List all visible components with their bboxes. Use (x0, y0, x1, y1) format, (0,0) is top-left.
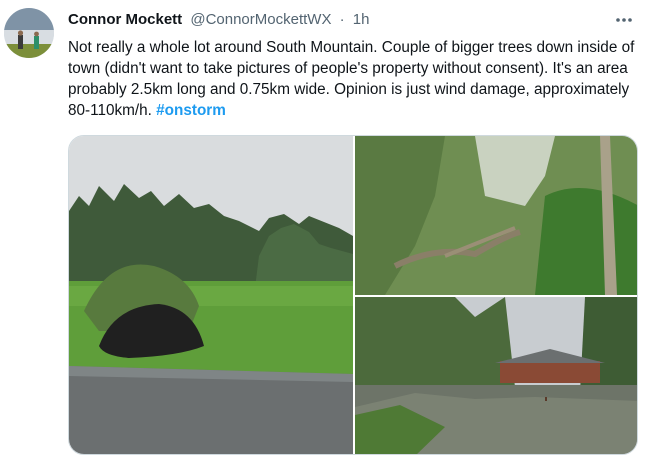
hashtag-link[interactable]: #onstorm (156, 102, 226, 119)
author-handle[interactable]: @ConnorMockettWX (190, 11, 331, 28)
tweet-header: Connor Mockett @ConnorMockettWX · 1h (68, 11, 639, 33)
media-divider-horizontal (355, 295, 637, 297)
tweet-text: Not really a whole lot around South Moun… (68, 37, 640, 121)
media-grid (68, 135, 638, 455)
photo-uprooted-tree[interactable] (69, 136, 353, 454)
photo-broken-branches[interactable] (355, 136, 637, 295)
timestamp[interactable]: 1h (353, 11, 370, 28)
more-options-button[interactable] (609, 5, 639, 35)
avatar-image (4, 8, 54, 58)
tweet-body: Not really a whole lot around South Moun… (68, 39, 635, 119)
more-horizontal-icon (616, 18, 632, 22)
avatar[interactable] (4, 8, 54, 58)
separator-dot: · (339, 11, 345, 28)
author-name[interactable]: Connor Mockett (68, 11, 182, 28)
photo-building-damage[interactable] (355, 297, 637, 454)
